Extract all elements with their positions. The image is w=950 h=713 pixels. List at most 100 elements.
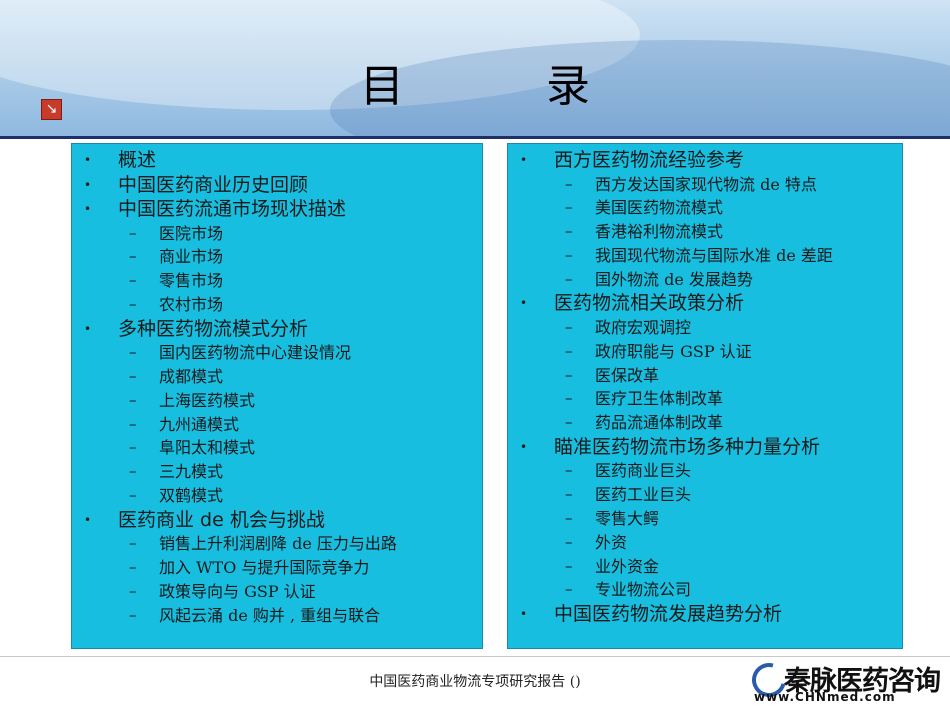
toc-subsection[interactable]: – 九州通模式 (72, 413, 482, 437)
toc-item-label: 政府宏观调控 (595, 317, 692, 337)
toc-subsection[interactable]: – 医保改革 (508, 364, 902, 388)
toc-item-label: 九州通模式 (159, 414, 240, 434)
toc-item-label: 我国现代物流与国际水准 de 差距 (595, 245, 833, 265)
dash-icon: – (565, 245, 573, 264)
dash-icon: – (565, 580, 573, 599)
toc-subsection[interactable]: – 医疗卫生体制改革 (508, 387, 902, 411)
toc-item-label: 中国医药物流发展趋势分析 (554, 603, 783, 626)
toc-item-label: 医院市场 (159, 223, 224, 243)
dash-icon: – (129, 271, 137, 290)
toc-subsection[interactable]: – 零售市场 (72, 269, 482, 293)
toc-item-label: 美国医药物流模式 (595, 198, 724, 218)
bullet-icon: • (84, 177, 92, 192)
toc-subsection[interactable]: – 销售上升利润剧降 de 压力与出路 (72, 532, 482, 556)
dash-icon: – (129, 294, 137, 313)
toc-item-label: 风起云涌 de 购并 , 重组与联合 (159, 605, 381, 625)
dash-icon: – (129, 485, 137, 504)
toc-section[interactable]: • 中国医药流通市场现状描述 (72, 197, 482, 222)
dash-icon: – (565, 485, 573, 504)
dash-icon: – (565, 509, 573, 528)
toc-item-label: 零售市场 (159, 271, 224, 291)
toc-subsection[interactable]: – 美国医药物流模式 (508, 196, 902, 220)
dash-icon: – (565, 222, 573, 241)
dash-icon: – (565, 532, 573, 551)
toc-item-label: 上海医药模式 (159, 390, 256, 410)
dash-icon: – (565, 269, 573, 288)
toc-subsection[interactable]: – 医药工业巨头 (508, 483, 902, 507)
toc-subsection[interactable]: – 政府宏观调控 (508, 316, 902, 340)
toc-subsection[interactable]: – 风起云涌 de 购并 , 重组与联合 (72, 604, 482, 628)
toc-subsection[interactable]: – 加入 WTO 与提升国际竞争力 (72, 556, 482, 580)
toc-item-label: 外资 (595, 532, 628, 552)
slide-header (0, 0, 950, 138)
dash-icon: – (565, 341, 573, 360)
dash-icon: – (129, 414, 137, 433)
toc-subsection[interactable]: – 西方发达国家现代物流 de 特点 (508, 173, 902, 197)
dash-icon: – (129, 366, 137, 385)
toc-subsection[interactable]: – 医药商业巨头 (508, 459, 902, 483)
toc-item-label: 农村市场 (159, 294, 224, 314)
toc-subsection[interactable]: – 国外物流 de 发展趋势 (508, 268, 902, 292)
bullet-icon: • (520, 153, 528, 167)
toc-item-label: 政策导向与 GSP 认证 (159, 581, 316, 601)
toc-section[interactable]: • 概述 (72, 148, 482, 173)
toc-subsection[interactable]: – 业外资金 (508, 555, 902, 579)
toc-left-list: • 概述 • 中国医药商业历史回顾 • 中国医药流通市场现状描述 – 医院市场 – 商业市场 – 零售… (72, 144, 482, 627)
dash-icon: – (565, 198, 573, 217)
back-arrow-icon[interactable]: ↘ (41, 99, 62, 120)
toc-subsection[interactable]: – 政府职能与 GSP 认证 (508, 340, 902, 364)
toc-subsection[interactable]: – 国内医药物流中心建设情况 (72, 341, 482, 365)
toc-section[interactable]: • 医药商业 de 机会与挑战 (72, 508, 482, 533)
toc-section[interactable]: • 中国医药商业历史回顾 (72, 173, 482, 198)
dash-icon: – (565, 365, 573, 384)
toc-subsection[interactable]: – 农村市场 (72, 293, 482, 317)
toc-item-label: 专业物流公司 (595, 580, 692, 600)
toc-section[interactable]: • 西方医药物流经验参考 (508, 148, 902, 173)
toc-subsection[interactable]: – 专业物流公司 (508, 578, 902, 602)
toc-subsection[interactable]: – 医院市场 (72, 222, 482, 246)
toc-section[interactable]: • 多种医药物流模式分析 (72, 317, 482, 342)
toc-subsection[interactable]: – 外资 (508, 531, 902, 555)
toc-item-label: 成都模式 (159, 366, 224, 386)
dash-icon: – (565, 461, 573, 480)
toc-section[interactable]: • 瞄准医药物流市场多种力量分析 (508, 435, 902, 460)
toc-subsection[interactable]: – 阜阳太和模式 (72, 436, 482, 460)
dash-icon: – (129, 581, 137, 600)
dash-icon: – (129, 343, 137, 362)
toc-item-label: 商业市场 (159, 247, 224, 267)
toc-item-label: 医药物流相关政策分析 (554, 292, 745, 315)
toc-subsection[interactable]: – 三九模式 (72, 460, 482, 484)
toc-subsection[interactable]: – 香港裕利物流模式 (508, 220, 902, 244)
toc-subsection[interactable]: – 上海医药模式 (72, 389, 482, 413)
dash-icon: – (129, 534, 137, 553)
toc-item-label: 药品流通体制改革 (595, 413, 724, 433)
logo-url: www.CHNmed.com (754, 690, 896, 704)
toc-item-label: 多种医药物流模式分析 (118, 317, 309, 340)
toc-subsection[interactable]: – 政策导向与 GSP 认证 (72, 580, 482, 604)
toc-subsection[interactable]: – 零售大鳄 (508, 507, 902, 531)
footer-divider (0, 656, 950, 657)
toc-item-label: 加入 WTO 与提升国际竞争力 (159, 558, 370, 578)
bullet-icon: • (84, 202, 92, 216)
toc-item-label: 西方发达国家现代物流 de 特点 (595, 174, 817, 194)
toc-subsection[interactable]: – 双鹤模式 (72, 484, 482, 508)
toc-item-label: 国内医药物流中心建设情况 (159, 343, 352, 363)
toc-subsection[interactable]: – 商业市场 (72, 245, 482, 269)
dash-icon: – (565, 174, 573, 193)
toc-item-label: 中国医药商业历史回顾 (118, 173, 309, 196)
bullet-icon: • (84, 153, 92, 167)
dash-icon: – (565, 317, 573, 336)
toc-item-label: 医保改革 (595, 365, 660, 385)
toc-subsection[interactable]: – 成都模式 (72, 365, 482, 389)
toc-section[interactable]: • 中国医药物流发展趋势分析 (508, 602, 902, 627)
toc-subsection[interactable]: – 药品流通体制改革 (508, 411, 902, 435)
toc-item-label: 香港裕利物流模式 (595, 222, 724, 242)
dash-icon: – (129, 223, 137, 242)
toc-subsection[interactable]: – 我国现代物流与国际水准 de 差距 (508, 244, 902, 268)
dash-icon: – (129, 558, 137, 577)
toc-section[interactable]: • 医药物流相关政策分析 (508, 291, 902, 316)
bullet-icon: • (84, 512, 92, 527)
dash-icon: – (565, 556, 573, 575)
toc-item-label: 瞄准医药物流市场多种力量分析 (554, 435, 821, 458)
toc-item-label: 业外资金 (595, 556, 660, 576)
